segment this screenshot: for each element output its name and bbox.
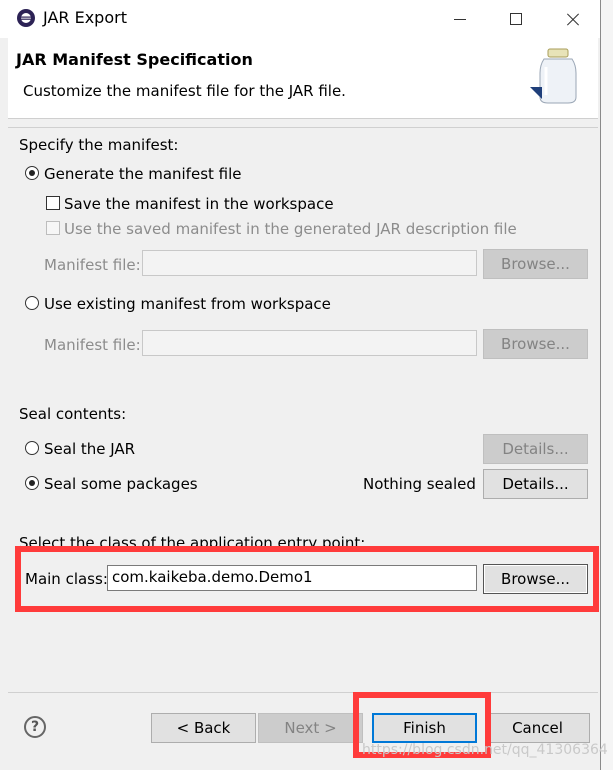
specify-manifest-label: Specify the manifest: bbox=[19, 136, 179, 154]
maximize-icon[interactable] bbox=[488, 0, 544, 38]
eclipse-app-icon bbox=[17, 9, 35, 27]
seal-jar-details-button: Details... bbox=[483, 434, 588, 464]
seal-contents-label: Seal contents: bbox=[19, 405, 127, 423]
title-bar: JAR Export bbox=[0, 0, 600, 38]
existing-manifest-file-input bbox=[142, 330, 477, 356]
use-existing-manifest-radio[interactable] bbox=[25, 296, 39, 310]
close-icon[interactable] bbox=[544, 0, 600, 38]
seal-packages-radio[interactable] bbox=[25, 476, 39, 490]
page-description: Customize the manifest file for the JAR … bbox=[23, 82, 346, 100]
footer-separator bbox=[8, 692, 598, 693]
manifest-browse-button: Browse... bbox=[483, 249, 588, 279]
window-title: JAR Export bbox=[43, 8, 127, 27]
main-class-highlight-box bbox=[15, 546, 599, 612]
banner-separator bbox=[8, 127, 598, 128]
existing-manifest-browse-button: Browse... bbox=[483, 329, 588, 359]
next-button: Next > bbox=[258, 713, 363, 743]
jar-icon bbox=[530, 48, 577, 104]
seal-status-text: Nothing sealed bbox=[363, 475, 476, 493]
page-title: JAR Manifest Specification bbox=[16, 50, 253, 69]
use-existing-manifest-label[interactable]: Use existing manifest from workspace bbox=[44, 295, 331, 313]
generate-manifest-radio[interactable] bbox=[25, 166, 39, 180]
use-saved-manifest-checkbox bbox=[46, 221, 60, 235]
existing-manifest-file-label: Manifest file: bbox=[44, 336, 141, 354]
minimize-icon[interactable] bbox=[432, 0, 488, 38]
back-button[interactable]: < Back bbox=[151, 713, 256, 743]
seal-jar-label[interactable]: Seal the JAR bbox=[44, 440, 135, 458]
manifest-file-label: Manifest file: bbox=[44, 256, 141, 274]
jar-export-dialog: JAR Export JAR Manifest Specification Cu… bbox=[0, 0, 601, 770]
seal-jar-radio[interactable] bbox=[25, 441, 39, 455]
wizard-banner: JAR Manifest Specification Customize the… bbox=[8, 38, 598, 119]
manifest-file-input bbox=[142, 250, 477, 276]
save-manifest-label[interactable]: Save the manifest in the workspace bbox=[64, 195, 334, 213]
help-icon[interactable]: ? bbox=[24, 716, 46, 738]
use-saved-manifest-label: Use the saved manifest in the generated … bbox=[64, 220, 517, 238]
seal-packages-details-button[interactable]: Details... bbox=[483, 469, 588, 499]
seal-packages-label[interactable]: Seal some packages bbox=[44, 475, 198, 493]
save-manifest-checkbox[interactable] bbox=[46, 196, 60, 210]
watermark-text: https://blog.csdn.net/qq_41306364 bbox=[362, 742, 608, 758]
cancel-button[interactable]: Cancel bbox=[485, 713, 590, 743]
generate-manifest-label[interactable]: Generate the manifest file bbox=[44, 165, 242, 183]
